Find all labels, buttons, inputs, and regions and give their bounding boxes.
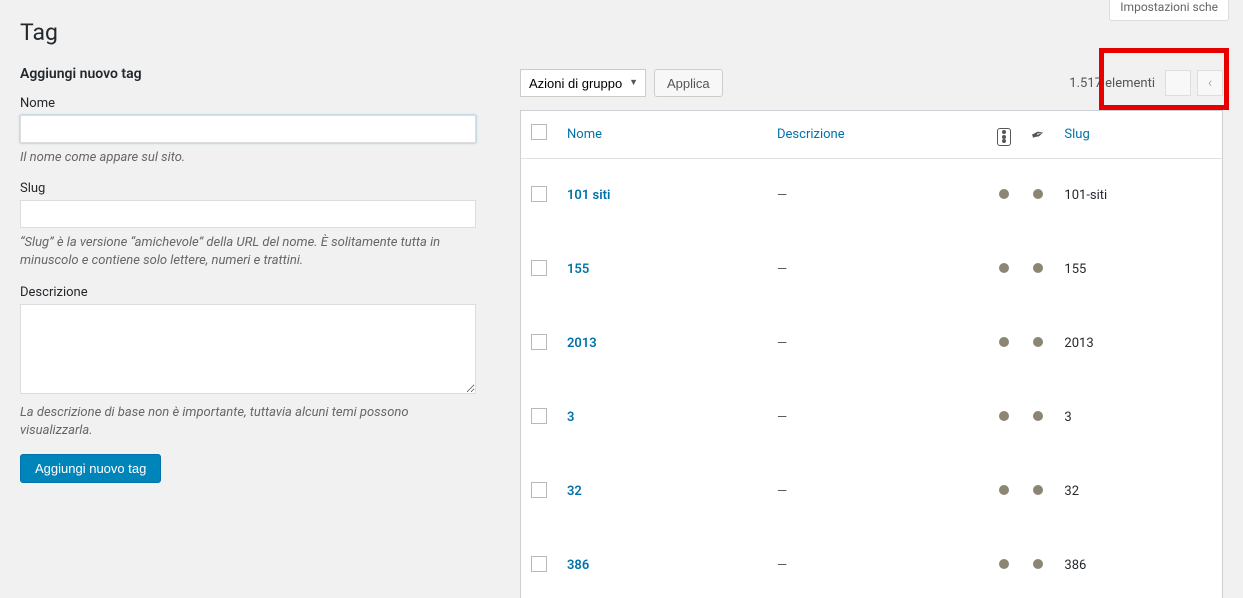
row-checkbox[interactable] — [531, 186, 547, 202]
slug-input[interactable] — [20, 200, 476, 228]
row-name-link[interactable]: 386 — [567, 558, 589, 573]
seo-status-dot — [999, 559, 1009, 569]
description-desc: La descrizione di base non è importante,… — [20, 404, 476, 440]
select-all-checkbox[interactable] — [531, 124, 547, 140]
row-checkbox[interactable] — [531, 260, 547, 276]
row-slug: 2013 — [1054, 307, 1222, 381]
row-name-link[interactable]: 32 — [567, 484, 582, 499]
readability-status-dot — [1033, 485, 1043, 495]
seo-status-dot — [999, 263, 1009, 273]
add-tag-button[interactable]: Aggiungi nuovo tag — [20, 454, 161, 483]
row-slug: 386 — [1054, 529, 1222, 598]
table-row: 155 — 155 — [521, 233, 1222, 307]
bulk-actions-select[interactable]: Azioni di gruppo — [520, 69, 646, 97]
row-slug: 155 — [1054, 233, 1222, 307]
table-row: 32 — 32 — [521, 455, 1222, 529]
row-slug: 3 — [1054, 381, 1222, 455]
row-description: — — [767, 159, 987, 233]
page-title: Tag — [20, 10, 1223, 66]
row-checkbox[interactable] — [531, 334, 547, 350]
readability-status-dot — [1033, 189, 1043, 199]
row-name-link[interactable]: 3 — [567, 410, 574, 425]
name-input[interactable] — [20, 115, 476, 143]
col-readability-icon[interactable]: ✒ — [1021, 111, 1054, 159]
description-textarea[interactable] — [20, 304, 476, 394]
apply-button[interactable]: Applica — [654, 69, 723, 97]
table-row: 386 — 386 — [521, 529, 1222, 598]
col-seo-icon[interactable] — [987, 111, 1021, 159]
row-checkbox[interactable] — [531, 408, 547, 424]
row-description: — — [767, 529, 987, 598]
readability-status-dot — [1033, 263, 1043, 273]
feather-icon: ✒ — [1028, 123, 1047, 145]
row-description: — — [767, 381, 987, 455]
readability-status-dot — [1033, 337, 1043, 347]
table-row: 2013 — 2013 — [521, 307, 1222, 381]
prev-page-button[interactable]: ‹ — [1197, 70, 1223, 96]
screen-options-tab[interactable]: Impostazioni sche — [1109, 0, 1229, 21]
readability-status-dot — [1033, 411, 1043, 421]
row-slug: 101-siti — [1054, 159, 1222, 233]
readability-status-dot — [1033, 559, 1043, 569]
name-desc: Il nome come appare sul sito. — [20, 149, 476, 167]
row-name-link[interactable]: 2013 — [567, 336, 597, 351]
slug-label: Slug — [20, 181, 490, 196]
first-page-button[interactable] — [1165, 70, 1191, 96]
row-checkbox[interactable] — [531, 482, 547, 498]
seo-status-dot — [999, 485, 1009, 495]
description-label: Descrizione — [20, 285, 490, 300]
seo-status-dot — [999, 189, 1009, 199]
seo-status-dot — [999, 337, 1009, 347]
name-label: Nome — [20, 96, 490, 111]
row-checkbox[interactable] — [531, 556, 547, 572]
row-name-link[interactable]: 101 siti — [567, 188, 610, 203]
table-row: 101 siti — 101-siti — [521, 159, 1222, 233]
items-count: 1.517 elementi — [1069, 76, 1155, 91]
col-description[interactable]: Descrizione — [767, 111, 987, 159]
row-name-link[interactable]: 155 — [567, 262, 589, 277]
seo-status-dot — [999, 411, 1009, 421]
seo-traffic-icon — [997, 128, 1011, 146]
col-name[interactable]: Nome — [557, 111, 767, 159]
add-new-tag-heading: Aggiungi nuovo tag — [20, 66, 490, 82]
row-description: — — [767, 233, 987, 307]
slug-desc: “Slug” è la versione “amichevole” della … — [20, 234, 476, 270]
row-slug: 32 — [1054, 455, 1222, 529]
row-description: — — [767, 307, 987, 381]
row-description: — — [767, 455, 987, 529]
table-row: 3 — 3 — [521, 381, 1222, 455]
col-slug[interactable]: Slug — [1054, 111, 1222, 159]
